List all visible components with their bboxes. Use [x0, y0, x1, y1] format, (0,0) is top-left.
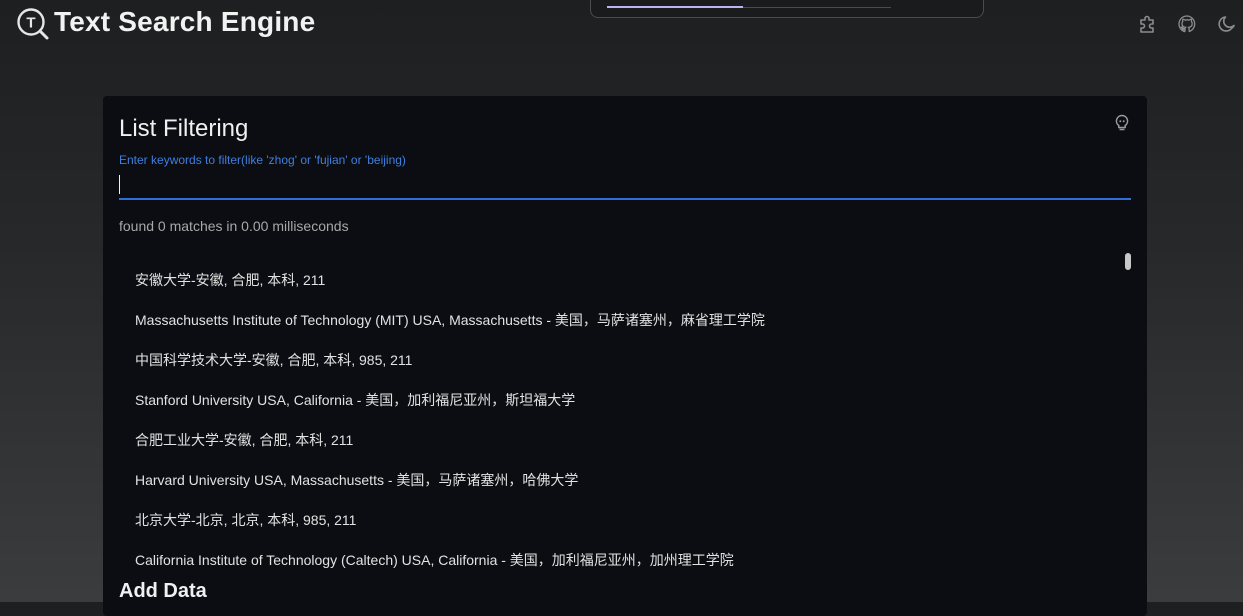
text-caret [119, 175, 120, 194]
scrollbar-thumb[interactable] [1125, 253, 1131, 270]
progress-fill [607, 6, 744, 8]
list-item[interactable]: Massachusetts Institute of Technology (M… [119, 300, 1131, 340]
github-icon[interactable] [1177, 14, 1197, 34]
search-logo-icon[interactable]: T [16, 7, 50, 41]
list-item[interactable]: 北京大学-北京, 北京, 本科, 985, 211 [119, 500, 1131, 540]
result-list: 安徽大学-安徽, 合肥, 本科, 211 Massachusetts Instit… [119, 260, 1131, 580]
list-item[interactable]: California Institute of Technology (Calt… [119, 540, 1131, 580]
moon-icon[interactable] [1217, 14, 1237, 34]
add-data-title: Add Data [119, 580, 207, 602]
bulb-icon[interactable] [1113, 114, 1131, 132]
filter-input-label: Enter keywords to filter(like 'zhog' or … [119, 153, 406, 167]
progress-panel [590, 0, 984, 18]
list-item[interactable]: 中国科学技术大学-安徽, 合肥, 本科, 985, 211 [119, 340, 1131, 380]
list-filtering-card: List Filtering Enter keywords to filter(… [103, 96, 1147, 616]
list-item[interactable]: Stanford University USA, California - 美国… [119, 380, 1131, 420]
progress-track [607, 6, 891, 8]
puzzle-icon[interactable] [1137, 14, 1157, 34]
logo-letter: T [26, 15, 35, 32]
card-title: List Filtering [119, 115, 249, 142]
match-info: found 0 matches in 0.00 milliseconds [119, 218, 349, 234]
top-icons [1137, 14, 1237, 34]
top-bar: T Text Search Engine [0, 0, 1243, 50]
filter-input[interactable] [119, 172, 1131, 200]
list-item[interactable]: 合肥工业大学-安徽, 合肥, 本科, 211 [119, 420, 1131, 460]
app-title: Text Search Engine [54, 6, 316, 37]
list-item[interactable]: 安徽大学-安徽, 合肥, 本科, 211 [119, 260, 1131, 300]
list-item[interactable]: Harvard University USA, Massachusetts - … [119, 460, 1131, 500]
